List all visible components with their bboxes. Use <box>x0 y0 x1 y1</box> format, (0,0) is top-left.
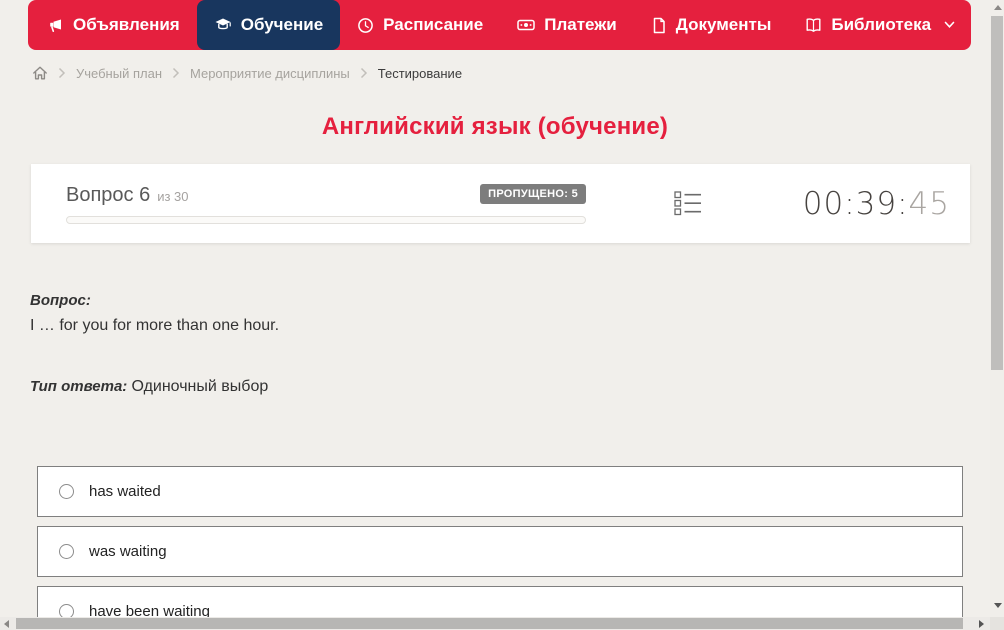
home-icon[interactable] <box>32 65 48 81</box>
scrollbar-corner <box>990 617 1004 630</box>
page-title: Английский язык (обучение) <box>321 113 669 140</box>
clock-icon <box>357 17 374 34</box>
question-progress-block: Вопрос 6 из 30 ПРОПУЩЕНО: 5 <box>66 183 586 224</box>
skipped-badge: ПРОПУЩЕНО: 5 <box>480 183 586 204</box>
breadcrumb-separator-icon <box>360 67 368 79</box>
breadcrumb-separator-icon <box>172 67 180 79</box>
scroll-right-arrow[interactable] <box>979 620 984 628</box>
horizontal-scrollbar[interactable] <box>0 617 990 630</box>
question-total: из 30 <box>157 188 189 204</box>
breadcrumb-separator-icon <box>58 67 66 79</box>
breadcrumb-item-study-plan[interactable]: Учебный план <box>76 66 162 81</box>
nav-item-announcements[interactable]: Объявления <box>30 0 197 50</box>
horizontal-scrollbar-thumb[interactable] <box>16 618 963 629</box>
timer-hours-minutes: 00:39: <box>802 185 909 222</box>
nav-item-payments[interactable]: Платежи <box>500 0 634 50</box>
nav-item-label: Платежи <box>544 15 617 34</box>
radio-button[interactable] <box>59 484 74 499</box>
test-timer: 00:39:45 <box>803 186 950 222</box>
radio-button[interactable] <box>59 544 74 559</box>
vertical-scrollbar[interactable] <box>990 0 1004 617</box>
vertical-scrollbar-thumb[interactable] <box>991 16 1003 370</box>
nav-item-library[interactable]: Библиотека <box>788 0 972 50</box>
answer-options: has waited was waiting have been waiting <box>37 466 963 630</box>
megaphone-icon <box>47 17 64 34</box>
answer-option-has-waited[interactable]: has waited <box>37 466 963 517</box>
question-label: Вопрос: <box>30 292 91 309</box>
top-nav: Объявления Обучение Расписание Платежи Д… <box>28 0 971 50</box>
nav-item-schedule[interactable]: Расписание <box>340 0 500 50</box>
question-number: Вопрос 6 <box>66 183 151 206</box>
question-status-panel: Вопрос 6 из 30 ПРОПУЩЕНО: 5 00:39:45 <box>31 164 970 243</box>
answer-type-label: Тип ответа: <box>30 378 128 395</box>
answer-option-label: has waited <box>89 483 161 500</box>
scroll-down-arrow[interactable] <box>994 603 1002 608</box>
breadcrumb-item-testing: Тестирование <box>377 65 463 81</box>
nav-item-label: Обучение <box>240 15 324 34</box>
answer-option-was-waiting[interactable]: was waiting <box>37 526 963 577</box>
question-text: I … for you for more than one hour. <box>30 317 280 334</box>
answer-option-label: was waiting <box>89 543 167 560</box>
nav-item-documents[interactable]: Документы <box>634 0 789 50</box>
timer-seconds: 45 <box>908 185 950 222</box>
nav-item-education[interactable]: Обучение <box>196 0 341 50</box>
banknote-icon <box>517 17 535 33</box>
answer-type-value: Одиночный выбор <box>131 378 269 395</box>
question-list-icon[interactable] <box>674 190 702 217</box>
breadcrumb: Учебный план Мероприятие дисциплины Тест… <box>32 63 462 83</box>
scroll-left-arrow[interactable] <box>4 620 9 628</box>
book-icon <box>805 17 822 33</box>
nav-item-label: Объявления <box>73 15 180 34</box>
progress-bar <box>66 215 586 224</box>
answer-type-line: Тип ответа: Одиночный выбор <box>30 378 268 396</box>
graduation-cap-icon <box>214 17 232 33</box>
nav-item-label: Расписание <box>383 15 484 34</box>
scroll-up-arrow[interactable] <box>994 5 1002 10</box>
nav-item-label: Библиотека <box>831 15 932 34</box>
chevron-down-icon <box>944 21 955 29</box>
breadcrumb-item-discipline-event[interactable]: Мероприятие дисциплины <box>190 66 350 81</box>
nav-item-label: Документы <box>675 15 772 34</box>
document-icon <box>651 17 667 34</box>
